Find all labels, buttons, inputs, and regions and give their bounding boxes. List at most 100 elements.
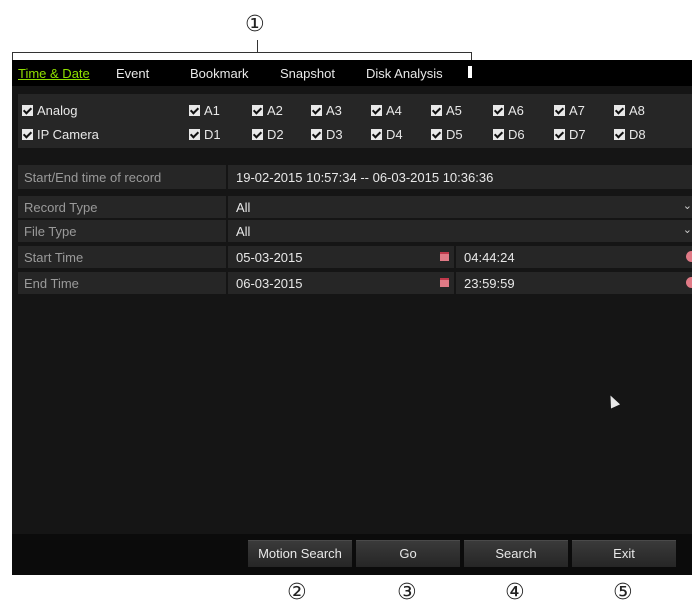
checkbox-check-icon — [311, 105, 322, 116]
channel-a4-checkbox[interactable]: A4 — [371, 103, 402, 118]
divider — [454, 246, 456, 268]
record-type-label: Record Type — [24, 200, 98, 215]
channel-d7-checkbox[interactable]: D7 — [554, 127, 586, 142]
channel-label: A5 — [446, 103, 462, 118]
checkbox-check-icon — [252, 105, 263, 116]
start-time-row: Start Time 05-03-2015 04:44:24 — [18, 246, 692, 268]
divider — [226, 196, 228, 218]
channel-d6-checkbox[interactable]: D6 — [493, 127, 525, 142]
channel-label: A1 — [204, 103, 220, 118]
channel-a8-checkbox[interactable]: A8 — [614, 103, 645, 118]
end-time-label: End Time — [24, 276, 79, 291]
tab-time-date[interactable]: Time & Date — [18, 66, 90, 81]
checkbox-check-icon — [189, 129, 200, 140]
calendar-icon[interactable] — [440, 252, 449, 261]
end-time-row: End Time 06-03-2015 23:59:59 — [18, 272, 692, 294]
divider — [226, 246, 228, 268]
channel-label: A7 — [569, 103, 585, 118]
tab-snapshot[interactable]: Snapshot — [280, 66, 335, 81]
divider — [226, 272, 228, 294]
start-time-label: Start Time — [24, 250, 84, 265]
chevron-down-icon[interactable]: ⌄ — [683, 199, 692, 212]
checkbox-check-icon — [371, 129, 382, 140]
record-type-select[interactable]: All — [236, 200, 250, 215]
channel-a7-checkbox[interactable]: A7 — [554, 103, 585, 118]
checkbox-check-icon — [554, 105, 565, 116]
channel-label: D5 — [446, 127, 463, 142]
record-range-value: 19-02-2015 10:57:34 -- 06-03-2015 10:36:… — [236, 170, 494, 185]
callout-1: ① — [245, 12, 265, 37]
chevron-down-icon[interactable]: ⌄ — [683, 223, 692, 236]
motion-search-button[interactable]: Motion Search — [248, 540, 352, 567]
channel-label: D2 — [267, 127, 284, 142]
checkbox-check-icon — [189, 105, 200, 116]
channel-a1-checkbox[interactable]: A1 — [189, 103, 220, 118]
checkbox-check-icon — [22, 129, 33, 140]
tab-bookmark[interactable]: Bookmark — [190, 66, 249, 81]
tab-event[interactable]: Event — [116, 66, 149, 81]
channel-a3-checkbox[interactable]: A3 — [311, 103, 342, 118]
clock-icon[interactable] — [686, 251, 692, 262]
channel-d5-checkbox[interactable]: D5 — [431, 127, 463, 142]
checkbox-check-icon — [22, 105, 33, 116]
checkbox-check-icon — [554, 129, 565, 140]
channel-d3-checkbox[interactable]: D3 — [311, 127, 343, 142]
end-time-field[interactable]: 23:59:59 — [464, 276, 515, 291]
callout-2: ② — [287, 580, 307, 605]
divider — [226, 220, 228, 242]
file-type-label: File Type — [24, 224, 77, 239]
channel-label: D1 — [204, 127, 221, 142]
channel-label: D3 — [326, 127, 343, 142]
calendar-icon[interactable] — [440, 278, 449, 287]
ip-camera-checkbox[interactable]: IP Camera — [22, 127, 99, 142]
checkbox-check-icon — [493, 105, 504, 116]
channel-label: D4 — [386, 127, 403, 142]
file-type-row[interactable]: File Type All ⌄ — [18, 220, 692, 242]
record-range-label: Start/End time of record — [24, 170, 162, 185]
go-button[interactable]: Go — [356, 540, 460, 567]
checkbox-check-icon — [493, 129, 504, 140]
checkbox-check-icon — [614, 105, 625, 116]
checkbox-check-icon — [371, 105, 382, 116]
callout-4: ④ — [505, 580, 525, 605]
channel-d4-checkbox[interactable]: D4 — [371, 127, 403, 142]
channel-label: D7 — [569, 127, 586, 142]
channel-panel: Analog IP Camera A1 A2 A3 A4 A5 A6 A7 A8… — [18, 94, 692, 148]
search-button[interactable]: Search — [464, 540, 568, 567]
tab-bar: Time & Date Event Bookmark Snapshot Disk… — [12, 60, 692, 86]
channel-d8-checkbox[interactable]: D8 — [614, 127, 646, 142]
tab-marker — [468, 66, 472, 78]
start-time-field[interactable]: 04:44:24 — [464, 250, 515, 265]
divider — [454, 272, 456, 294]
checkbox-check-icon — [614, 129, 625, 140]
checkbox-check-icon — [431, 129, 442, 140]
exit-button[interactable]: Exit — [572, 540, 676, 567]
checkbox-check-icon — [311, 129, 322, 140]
analog-label: Analog — [37, 103, 78, 118]
channel-label: A6 — [508, 103, 524, 118]
channel-label: A8 — [629, 103, 645, 118]
callout-5: ⑤ — [613, 580, 633, 605]
channel-label: D8 — [629, 127, 646, 142]
channel-label: A3 — [326, 103, 342, 118]
channel-label: D6 — [508, 127, 525, 142]
end-date-field[interactable]: 06-03-2015 — [236, 276, 303, 291]
record-range-row: Start/End time of record 19-02-2015 10:5… — [18, 165, 692, 189]
ip-camera-label: IP Camera — [37, 127, 99, 142]
channel-label: A4 — [386, 103, 402, 118]
channel-d2-checkbox[interactable]: D2 — [252, 127, 284, 142]
callout-1-stem — [257, 40, 258, 52]
start-date-field[interactable]: 05-03-2015 — [236, 250, 303, 265]
channel-a6-checkbox[interactable]: A6 — [493, 103, 524, 118]
tab-disk-analysis[interactable]: Disk Analysis — [366, 66, 443, 81]
channel-a2-checkbox[interactable]: A2 — [252, 103, 283, 118]
channel-d1-checkbox[interactable]: D1 — [189, 127, 221, 142]
record-type-row[interactable]: Record Type All ⌄ — [18, 196, 692, 218]
channel-a5-checkbox[interactable]: A5 — [431, 103, 462, 118]
channel-label: A2 — [267, 103, 283, 118]
clock-icon[interactable] — [686, 277, 692, 288]
content-area — [18, 310, 692, 530]
divider — [226, 165, 228, 189]
analog-checkbox[interactable]: Analog — [22, 103, 77, 118]
file-type-select[interactable]: All — [236, 224, 250, 239]
